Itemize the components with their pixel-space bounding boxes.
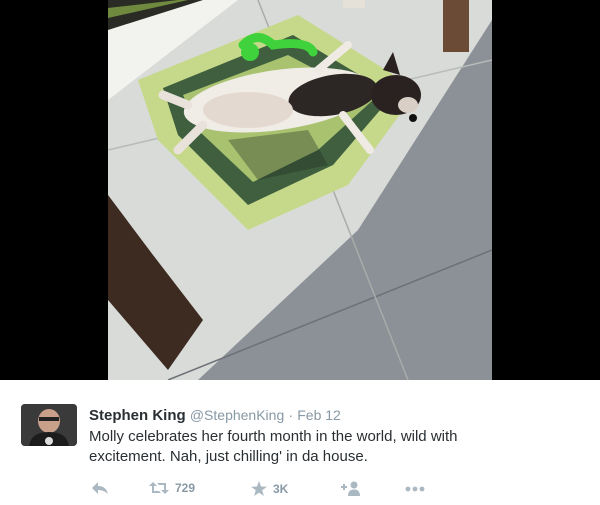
tweet-media [0, 0, 600, 380]
author-handle[interactable]: @StephenKing [190, 407, 284, 423]
retweet-count: 729 [175, 481, 196, 495]
favorite-button[interactable]: 3K [251, 481, 288, 496]
author-name[interactable]: Stephen King [89, 407, 186, 424]
more-button[interactable] [405, 486, 425, 492]
avatar[interactable] [21, 404, 77, 446]
tweet-date[interactable]: Feb 12 [297, 407, 341, 423]
dog-photo[interactable] [108, 0, 492, 380]
tweet-text: Molly celebrates her fourth month in the… [89, 427, 529, 467]
author-avatar-image [21, 404, 77, 446]
follow-user-icon [341, 481, 360, 496]
star-icon [251, 481, 267, 496]
more-dots-icon [405, 486, 425, 492]
reply-icon [92, 482, 108, 494]
follow-button[interactable] [341, 481, 361, 496]
retweet-icon [149, 482, 169, 494]
tweet-text-line-1: Molly celebrates her fourth month in the… [89, 428, 458, 445]
tweet-text-line-2: excitement. Nah, just chilling' in da ho… [89, 448, 368, 465]
retweet-button[interactable]: 729 [149, 481, 195, 495]
favorite-count: 3K [273, 481, 289, 496]
reply-button[interactable] [91, 481, 109, 495]
photo-illustration [108, 0, 492, 380]
tweet-card: Stephen King @StephenKing · Feb 12 Molly… [0, 380, 600, 505]
header-separator: · [288, 407, 294, 423]
tweet-header: Stephen King @StephenKing · Feb 12 [89, 406, 341, 425]
tweet-actions: 729 3K [89, 481, 529, 501]
